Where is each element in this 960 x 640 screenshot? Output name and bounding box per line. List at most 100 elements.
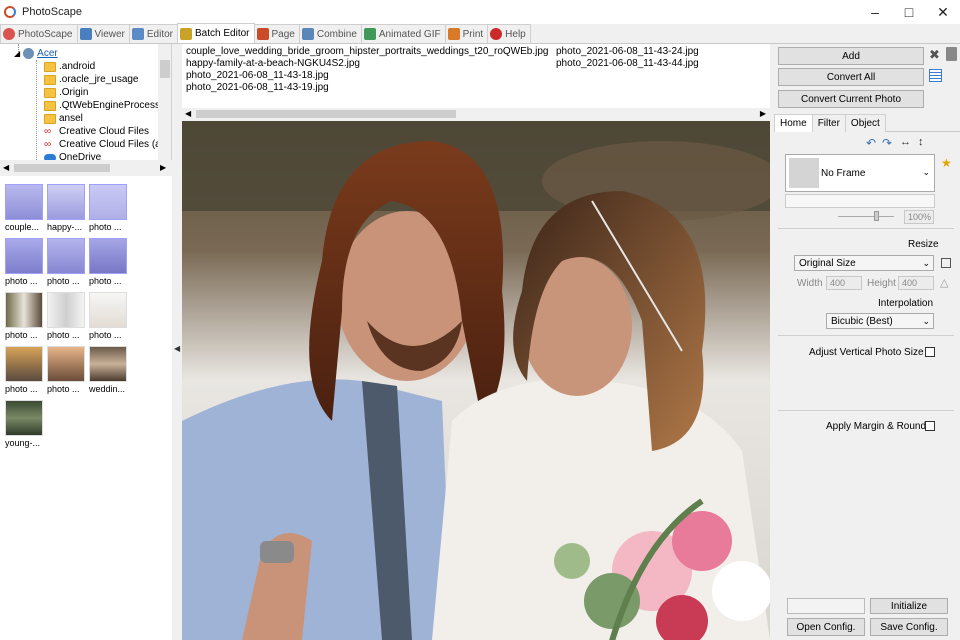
tab-help[interactable]: Help <box>487 24 531 43</box>
tree-item-label: .android <box>59 61 96 72</box>
frame-zoom-slider[interactable] <box>838 216 894 217</box>
thumbnail-item[interactable]: couple... <box>5 184 47 234</box>
rotate-right-icon[interactable]: ↷ <box>882 136 892 150</box>
thumbnail-item[interactable]: photo ... <box>47 238 89 288</box>
slider-thumb[interactable] <box>874 211 879 221</box>
scroll-right-icon[interactable]: ▶ <box>160 163 166 172</box>
tab-filter[interactable]: Filter <box>811 114 846 132</box>
tree-item[interactable]: .Origin <box>44 86 88 99</box>
resize-label: Resize <box>908 239 939 250</box>
scrollbar-thumb[interactable] <box>196 110 456 118</box>
thumbnail-label: photo ... <box>47 276 80 286</box>
flip-vertical-icon[interactable]: ↕ <box>918 136 924 148</box>
thumbnail-item[interactable]: photo ... <box>5 292 47 342</box>
file-item[interactable]: photo_2021-06-08_11-43-44.jpg <box>556 58 699 69</box>
collapse-panel-icon[interactable]: ◀ <box>174 344 180 353</box>
collapse-icon[interactable]: ◢ <box>14 49 20 58</box>
interpolation-dropdown[interactable]: Bicubic (Best) ⌄ <box>826 313 934 329</box>
tab-viewer[interactable]: Viewer <box>76 24 130 43</box>
resize-dropdown[interactable]: Original Size ⌄ <box>794 255 934 271</box>
add-button[interactable]: Add <box>778 47 924 65</box>
tab-editor[interactable]: Editor <box>128 24 179 43</box>
initialize-button[interactable]: Initialize <box>870 598 948 614</box>
height-input[interactable]: 400 <box>898 276 934 290</box>
save-config-button[interactable]: Save Config. <box>870 618 948 636</box>
star-icon[interactable]: ★ <box>941 156 952 170</box>
file-item[interactable]: happy-family-at-a-beach-NGKU4S2.jpg <box>186 58 360 69</box>
thumbnail-item[interactable]: photo ... <box>47 292 89 342</box>
thumbnail-label: photo ... <box>47 384 80 394</box>
trash-icon[interactable] <box>946 47 957 61</box>
scroll-left-icon[interactable]: ◀ <box>3 163 9 172</box>
frame-preview <box>789 158 819 188</box>
convert-all-button[interactable]: Convert All <box>778 68 924 86</box>
lock-ratio-icon[interactable]: △ <box>940 276 948 289</box>
open-config-button[interactable]: Open Config. <box>787 618 865 636</box>
thumbnail-item[interactable]: young-... <box>5 400 47 450</box>
thumbnail-label: photo ... <box>5 276 38 286</box>
folder-icon <box>44 61 56 72</box>
scroll-left-icon[interactable]: ◀ <box>185 109 191 118</box>
maximize-button[interactable]: □ <box>892 0 926 24</box>
panel-splitter[interactable]: ◀ <box>172 44 182 640</box>
list-settings-icon[interactable] <box>929 69 942 82</box>
flip-horizontal-icon[interactable]: ↔ <box>900 136 911 148</box>
frame-zoom-field[interactable]: 100% <box>904 210 934 224</box>
file-list-horizontal-scrollbar[interactable]: ◀ ▶ <box>182 108 770 120</box>
file-item[interactable]: photo_2021-06-08_11-43-24.jpg <box>556 46 699 57</box>
adjust-vertical-label: Adjust Vertical Photo Size <box>809 347 924 358</box>
tree-item[interactable]: .oracle_jre_usage <box>44 73 139 86</box>
adjust-vertical-checkbox[interactable] <box>925 347 935 357</box>
rotate-left-icon[interactable]: ↶ <box>866 136 876 150</box>
thumbnail-item[interactable]: photo ... <box>89 238 131 288</box>
creative-cloud-icon: ∞ <box>44 138 52 150</box>
tab-page[interactable]: Page <box>253 24 300 43</box>
apply-margin-checkbox[interactable] <box>925 421 935 431</box>
tab-label: Editor <box>146 28 174 40</box>
tree-horizontal-scrollbar[interactable]: ◀ ▶ <box>0 162 172 174</box>
scrollbar-thumb[interactable] <box>160 60 170 78</box>
thumbnail-item[interactable]: photo ... <box>89 184 131 234</box>
tree-item[interactable]: .QtWebEngineProcess <box>44 99 160 112</box>
frame-selector[interactable]: No Frame ⌄ <box>785 154 935 192</box>
thumbnail-image <box>5 238 43 274</box>
tab-object[interactable]: Object <box>844 114 886 132</box>
tab-home[interactable]: Home <box>774 114 813 132</box>
editor-icon <box>131 28 144 40</box>
width-input[interactable]: 400 <box>826 276 862 290</box>
thumbnail-image <box>47 292 85 328</box>
tree-item-label: .oracle_jre_usage <box>59 74 139 85</box>
resize-options-icon[interactable] <box>941 258 951 268</box>
thumbnail-image <box>47 184 85 220</box>
file-item[interactable]: photo_2021-06-08_11-43-19.jpg <box>186 82 329 93</box>
remove-icon[interactable]: ✖ <box>929 47 940 63</box>
minimize-button[interactable]: – <box>858 0 892 24</box>
file-item[interactable]: photo_2021-06-08_11-43-18.jpg <box>186 70 329 81</box>
tree-item[interactable]: ∞ Creative Cloud Files <box>44 125 149 138</box>
tab-combine[interactable]: Combine <box>298 24 362 43</box>
tab-print[interactable]: Print <box>444 24 489 43</box>
tab-animated-gif[interactable]: Animated GIF <box>360 24 446 43</box>
file-item[interactable]: couple_love_wedding_bride_groom_hipster_… <box>186 46 548 57</box>
scrollbar-thumb[interactable] <box>14 164 110 172</box>
thumbnail-item[interactable]: photo ... <box>5 238 47 288</box>
interpolation-label: Interpolation <box>878 298 934 309</box>
apply-margin-label: Apply Margin & Round <box>826 421 927 432</box>
tree-item[interactable]: OneDrive <box>44 151 101 160</box>
tab-photoscape[interactable]: PhotoScape <box>0 24 78 43</box>
thumbnail-item[interactable]: happy-... <box>47 184 89 234</box>
thumbnail-item[interactable]: photo ... <box>89 292 131 342</box>
tree-vertical-scrollbar[interactable] <box>158 44 171 160</box>
tree-item[interactable]: ∞ Creative Cloud Files (a <box>44 138 161 151</box>
tree-item[interactable]: .android <box>44 60 95 73</box>
thumbnail-item[interactable]: weddin... <box>89 346 131 396</box>
tree-item[interactable]: ansel <box>44 112 83 125</box>
window-title: PhotoScape <box>22 6 82 18</box>
close-button[interactable]: ✕ <box>926 0 960 24</box>
thumbnail-item[interactable]: photo ... <box>47 346 89 396</box>
tree-item-acer[interactable]: ◢ Acer <box>14 47 58 60</box>
thumbnail-item[interactable]: photo ... <box>5 346 47 396</box>
tab-batch-editor[interactable]: Batch Editor <box>177 23 255 43</box>
convert-current-photo-button[interactable]: Convert Current Photo <box>778 90 924 108</box>
scroll-right-icon[interactable]: ▶ <box>760 109 766 118</box>
